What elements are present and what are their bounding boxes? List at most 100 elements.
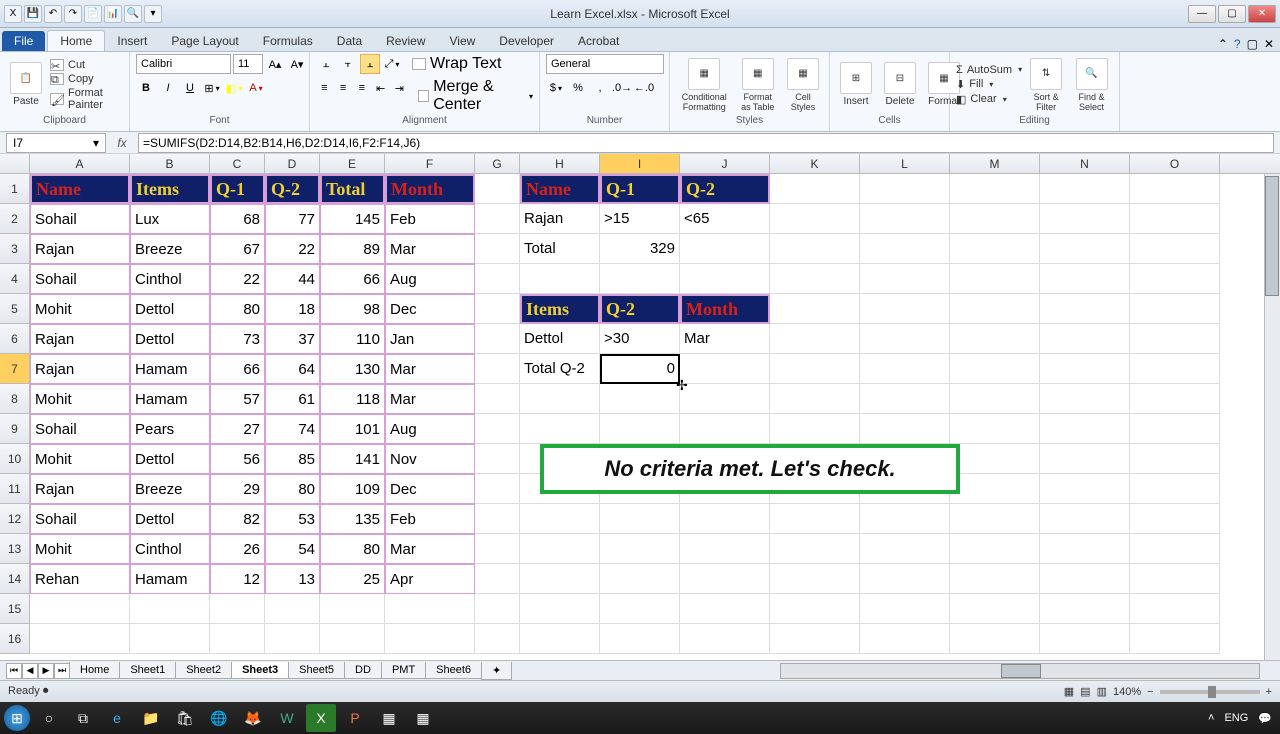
cell[interactable]: [320, 594, 385, 624]
cell[interactable]: [1130, 474, 1220, 504]
format-painter-button[interactable]: 🖌Format Painter: [50, 87, 123, 111]
restore-window-icon[interactable]: ▢: [1247, 37, 1258, 51]
row-header[interactable]: 4: [0, 264, 30, 294]
find-select-button[interactable]: 🔍Find & Select: [1070, 56, 1113, 114]
first-sheet-button[interactable]: ⏮: [6, 663, 22, 679]
cell[interactable]: 29: [210, 474, 265, 504]
cell[interactable]: Month: [680, 294, 770, 324]
cell[interactable]: Hamam: [130, 564, 210, 594]
increase-decimal-button[interactable]: .0→: [612, 78, 632, 98]
col-header[interactable]: J: [680, 154, 770, 173]
cell[interactable]: 77: [265, 204, 320, 234]
cell[interactable]: Mohit: [30, 384, 130, 414]
accounting-format-button[interactable]: $: [546, 78, 566, 98]
cell[interactable]: [520, 564, 600, 594]
cell[interactable]: [475, 264, 520, 294]
tab-acrobat[interactable]: Acrobat: [566, 31, 631, 51]
cell[interactable]: [950, 204, 1040, 234]
col-header[interactable]: F: [385, 154, 475, 173]
cell[interactable]: [950, 234, 1040, 264]
cell[interactable]: Rajan: [520, 204, 600, 234]
cell[interactable]: [475, 594, 520, 624]
cell[interactable]: [600, 534, 680, 564]
cell[interactable]: [950, 354, 1040, 384]
italic-button[interactable]: I: [158, 78, 178, 98]
copy-button[interactable]: ⧉Copy: [50, 73, 123, 85]
prev-sheet-button[interactable]: ◀: [22, 663, 38, 679]
row-header[interactable]: 8: [0, 384, 30, 414]
cell[interactable]: [950, 324, 1040, 354]
zoom-out-button[interactable]: −: [1147, 686, 1153, 698]
qat-btn[interactable]: 📄: [84, 5, 102, 23]
store-icon[interactable]: 🛍: [170, 704, 200, 732]
cell[interactable]: Rehan: [30, 564, 130, 594]
cell[interactable]: [770, 504, 860, 534]
cell[interactable]: [475, 504, 520, 534]
cell[interactable]: Feb: [385, 204, 475, 234]
font-color-button[interactable]: A: [246, 78, 266, 98]
align-middle-button[interactable]: ⫟: [338, 54, 358, 74]
cell[interactable]: [1130, 204, 1220, 234]
name-box[interactable]: I7▾: [6, 133, 106, 153]
close-button[interactable]: ✕: [1248, 5, 1276, 23]
next-sheet-button[interactable]: ▶: [38, 663, 54, 679]
cell[interactable]: Sohail: [30, 414, 130, 444]
cell[interactable]: [680, 264, 770, 294]
scroll-thumb[interactable]: [1265, 176, 1279, 296]
cell[interactable]: Dettol: [520, 324, 600, 354]
edge-icon[interactable]: e: [102, 704, 132, 732]
row-header[interactable]: 1: [0, 174, 30, 204]
row-header[interactable]: 14: [0, 564, 30, 594]
cell[interactable]: Aug: [385, 414, 475, 444]
cell[interactable]: [475, 324, 520, 354]
cell[interactable]: [1040, 174, 1130, 204]
cell[interactable]: 13: [265, 564, 320, 594]
cell[interactable]: Mar: [385, 534, 475, 564]
tray-chevron-icon[interactable]: ˄: [1208, 712, 1214, 724]
delete-cells-button[interactable]: ⊟Delete: [880, 60, 920, 109]
cell[interactable]: 56: [210, 444, 265, 474]
border-button[interactable]: ⊞: [202, 78, 222, 98]
cell[interactable]: Dec: [385, 474, 475, 504]
cell[interactable]: [950, 444, 1040, 474]
save-icon[interactable]: 💾: [24, 5, 42, 23]
cell[interactable]: Mohit: [30, 294, 130, 324]
cell[interactable]: [770, 594, 860, 624]
col-header[interactable]: L: [860, 154, 950, 173]
increase-indent-button[interactable]: ⇥: [391, 78, 408, 98]
cell[interactable]: [1130, 504, 1220, 534]
cell[interactable]: Pears: [130, 414, 210, 444]
zoom-slider[interactable]: [1160, 690, 1260, 694]
cell[interactable]: Rajan: [30, 324, 130, 354]
cell[interactable]: 27: [210, 414, 265, 444]
col-header[interactable]: I: [600, 154, 680, 173]
cell[interactable]: [520, 264, 600, 294]
font-name-input[interactable]: [136, 54, 231, 74]
cell[interactable]: [475, 174, 520, 204]
cell[interactable]: [950, 534, 1040, 564]
excel-taskbar-icon[interactable]: X: [306, 704, 336, 732]
cell[interactable]: [1040, 294, 1130, 324]
cell[interactable]: Rajan: [30, 474, 130, 504]
cell[interactable]: >15: [600, 204, 680, 234]
cell[interactable]: Cinthol: [130, 264, 210, 294]
cell[interactable]: [680, 594, 770, 624]
cell[interactable]: [1130, 534, 1220, 564]
cell[interactable]: >30: [600, 324, 680, 354]
tab-formulas[interactable]: Formulas: [251, 31, 325, 51]
cell[interactable]: [770, 204, 860, 234]
minimize-button[interactable]: —: [1188, 5, 1216, 23]
autosum-button[interactable]: ΣAutoSum: [956, 64, 1022, 76]
cell[interactable]: [1040, 534, 1130, 564]
tab-data[interactable]: Data: [325, 31, 374, 51]
cell[interactable]: 18: [265, 294, 320, 324]
cell[interactable]: [1130, 324, 1220, 354]
bold-button[interactable]: B: [136, 78, 156, 98]
cell[interactable]: 37: [265, 324, 320, 354]
cell[interactable]: [1130, 624, 1220, 654]
conditional-formatting-button[interactable]: ▦Conditional Formatting: [676, 56, 733, 114]
cell[interactable]: Month: [385, 174, 475, 204]
cell[interactable]: [475, 384, 520, 414]
cell[interactable]: [475, 414, 520, 444]
cell[interactable]: [1130, 294, 1220, 324]
